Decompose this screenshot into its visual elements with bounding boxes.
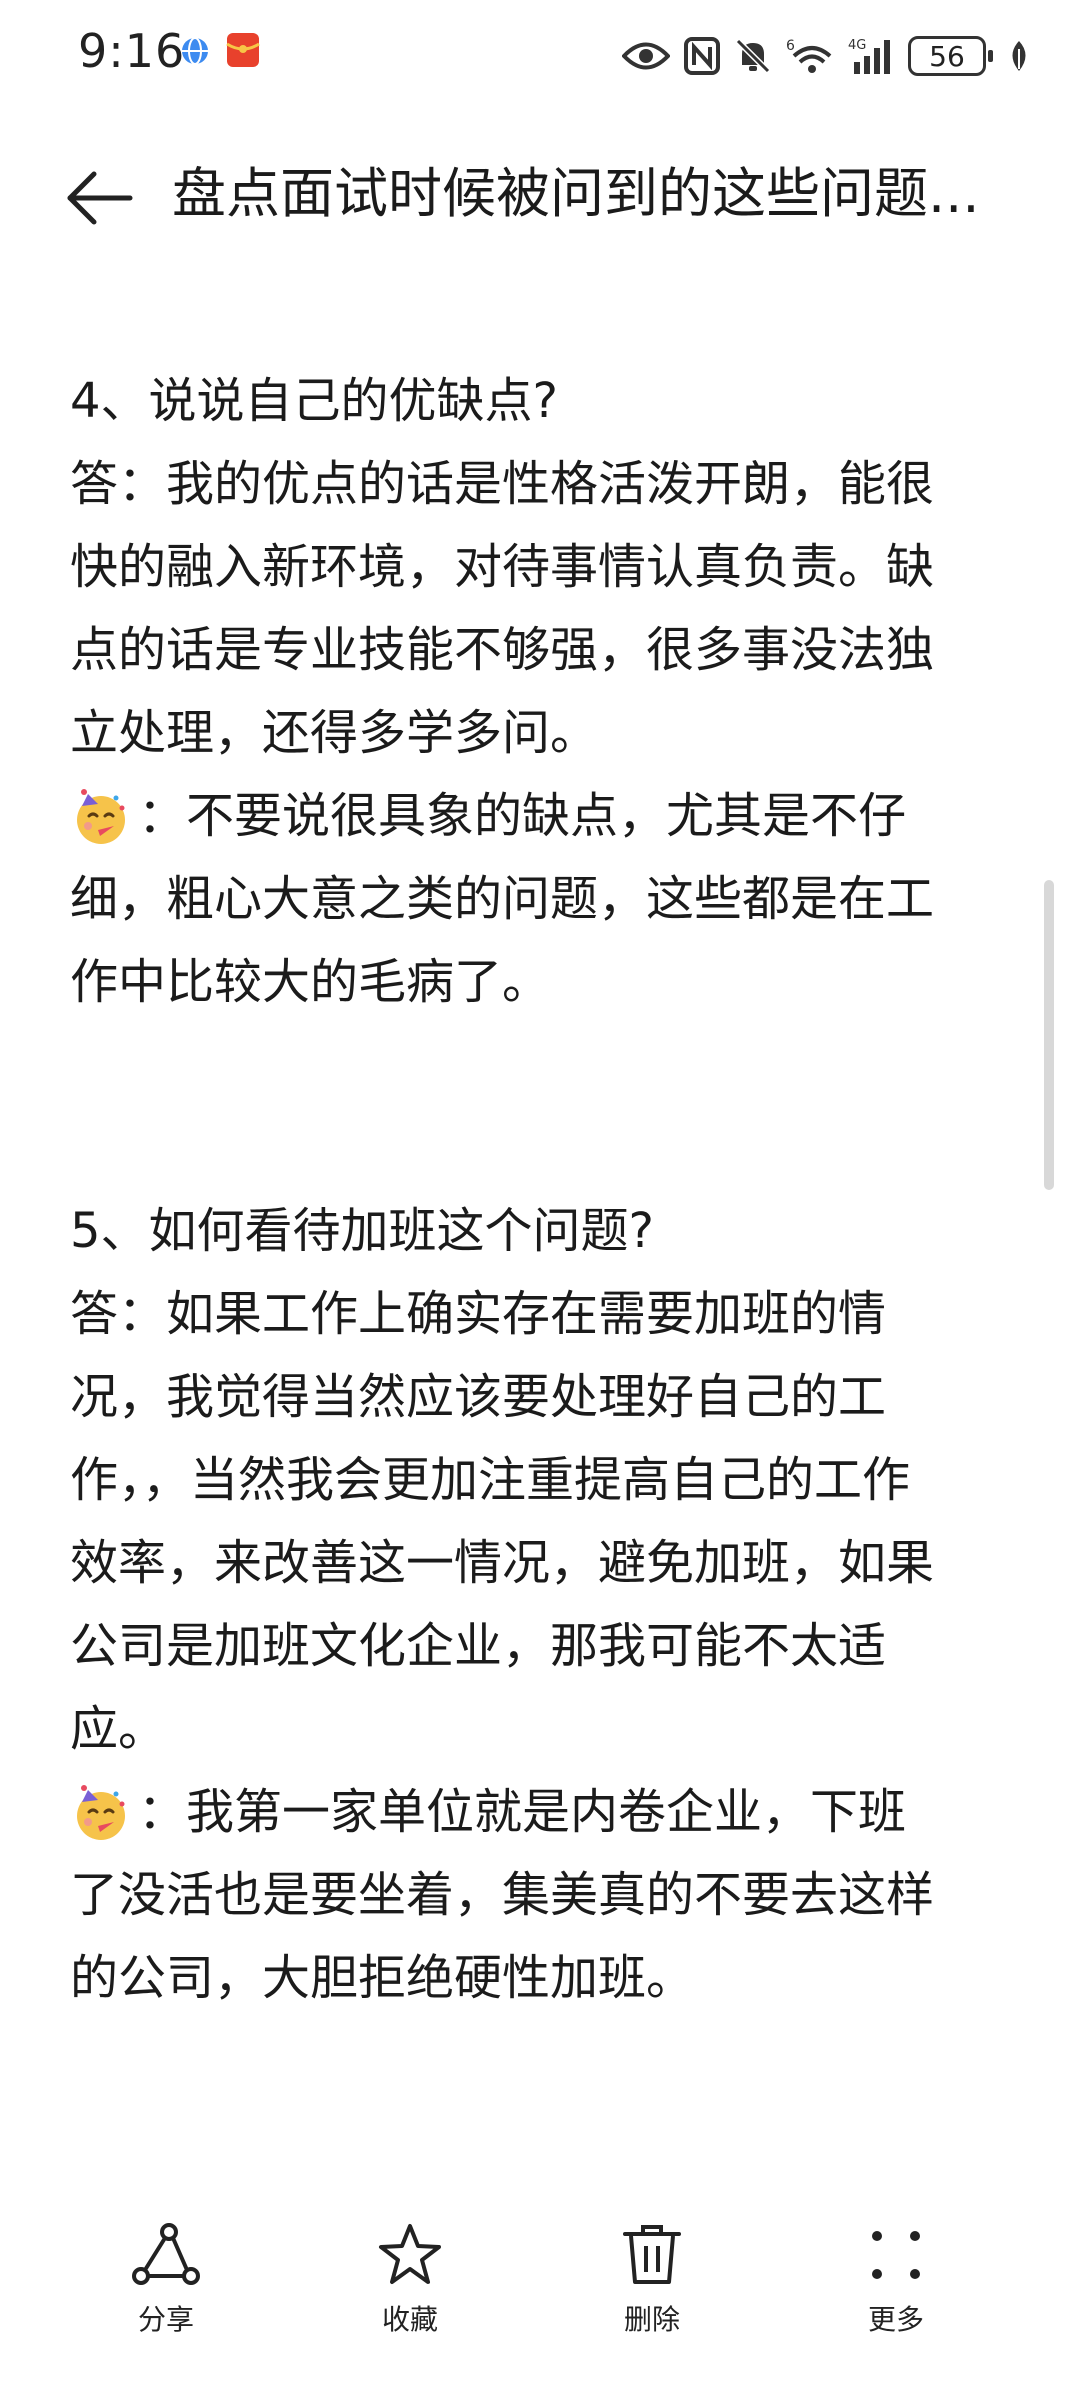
bottom-toolbar: 分享 收藏 删除 更多 — [0, 2200, 1080, 2390]
answer-line: 况，我觉得当然应该要处理好自己的工 — [70, 1369, 887, 1425]
more-button[interactable]: 更多 — [816, 2222, 976, 2338]
tip-line: 作中比较大的毛病了。 — [70, 954, 551, 1010]
delete-button[interactable]: 删除 — [572, 2222, 732, 2338]
tip-line: 了没活也是要坐着，集美真的不要去这样 — [70, 1867, 935, 1923]
back-button[interactable] — [60, 158, 140, 238]
favorite-label: 收藏 — [381, 2303, 438, 2336]
status-icons: 6 4G 56 — [622, 28, 1030, 84]
answer-line: 答：如果工作上确实存在需要加班的情 — [70, 1286, 887, 1342]
leaf-icon — [1008, 39, 1030, 73]
tip-line: 的公司，大胆拒绝硬性加班。 — [70, 1950, 695, 2006]
answer-line: 作，，当然我会更加注重提高自己的工作 — [70, 1452, 911, 1508]
delete-label: 删除 — [623, 2303, 680, 2336]
signal-4g-icon: 4G — [848, 36, 894, 76]
battery-level: 56 — [929, 39, 965, 73]
status-time: 9:16 — [78, 24, 186, 78]
mute-bell-icon — [734, 37, 772, 75]
svg-text:4G: 4G — [848, 38, 866, 53]
answer-line: 公司是加班文化企业，那我可能不太适 — [70, 1618, 887, 1674]
browser-globe-icon — [180, 36, 210, 70]
wifi-6-icon: 6 — [786, 36, 834, 76]
red-envelope-icon — [226, 32, 260, 72]
star-icon — [379, 2224, 441, 2284]
page-title: 盘点面试时候被问到的这些问题... — [172, 162, 980, 225]
answer-line: 立处理，还得多学多问。 — [70, 705, 599, 761]
share-button[interactable]: 分享 — [86, 2222, 246, 2338]
tip-text: ：不要说很具象的缺点，尤其是不仔 — [138, 788, 907, 844]
question-5-section: 5、如何看待加班这个问题? 答：如果工作上确实存在需要加班的情 况，我觉得当然应… — [70, 1190, 1020, 2020]
tip-text: ：我第一家单位就是内卷企业，下班 — [138, 1784, 907, 1840]
question-4-title: 4、说说自己的优缺点? — [70, 373, 559, 429]
party-face-emoji-icon — [77, 1784, 125, 1840]
answer-line: 快的融入新环境，对待事情认真负责。缺 — [70, 539, 935, 595]
answer-line: 答：我的优点的话是性格活泼开朗，能很 — [70, 456, 935, 512]
question-4-section: 4、说说自己的优缺点? 答：我的优点的话是性格活泼开朗，能很 快的融入新环境，对… — [70, 360, 1020, 1024]
svg-text:6: 6 — [786, 38, 795, 54]
eye-icon — [622, 39, 670, 73]
question-5-title: 5、如何看待加班这个问题? — [70, 1203, 655, 1259]
tip-line: ：我第一家单位就是内卷企业，下班 — [70, 1771, 1020, 1854]
scrollbar-thumb[interactable] — [1044, 880, 1054, 1190]
battery-icon: 56 — [908, 36, 993, 76]
tip-line: 细，粗心大意之类的问题，这些都是在工 — [70, 871, 935, 927]
answer-line: 效率，来改善这一情况，避免加班，如果 — [70, 1535, 935, 1591]
app-header: 盘点面试时候被问到的这些问题... — [0, 130, 1080, 260]
more-dots-icon — [872, 2231, 920, 2279]
nfc-icon — [684, 37, 720, 75]
tip-line: ：不要说很具象的缺点，尤其是不仔 — [70, 775, 1020, 858]
arrow-left-icon — [67, 171, 133, 225]
article-body: 4、说说自己的优缺点? 答：我的优点的话是性格活泼开朗，能很 快的融入新环境，对… — [70, 360, 1020, 2020]
favorite-button[interactable]: 收藏 — [330, 2222, 490, 2338]
status-bar: 9:16 6 4G 56 — [0, 0, 1080, 110]
answer-line: 点的话是专业技能不够强，很多事没法独 — [70, 622, 935, 678]
share-icon — [132, 2223, 200, 2285]
share-label: 分享 — [137, 2303, 194, 2336]
more-label: 更多 — [867, 2303, 924, 2336]
trash-icon — [623, 2225, 681, 2284]
party-face-emoji-icon — [77, 788, 125, 844]
answer-line: 应。 — [70, 1701, 167, 1757]
